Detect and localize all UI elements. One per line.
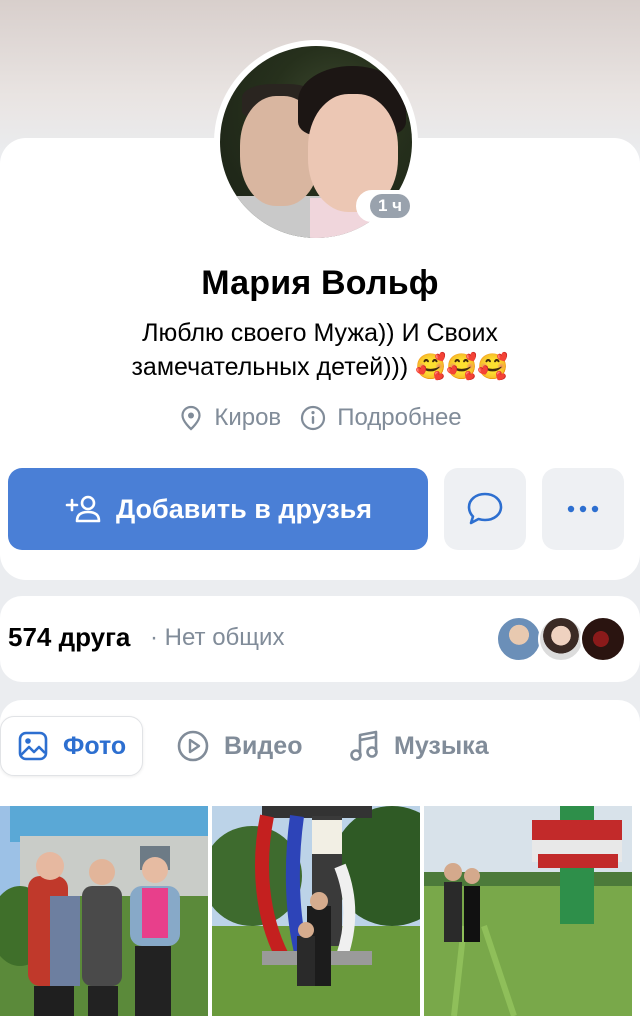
common-friends-label: · Нет общих (150, 624, 285, 651)
photo-image (0, 806, 208, 1016)
tab-videos-label: Видео (224, 731, 303, 760)
more-button[interactable] (542, 468, 624, 550)
photo-thumbnail[interactable] (424, 806, 632, 1016)
photo-thumbnail[interactable] (0, 806, 208, 1016)
city-info: Киров (178, 404, 281, 432)
info-icon (301, 405, 326, 431)
tab-music-label: Музыка (394, 731, 489, 760)
media-block: Фото Видео Музыка (0, 700, 640, 1016)
add-friend-button[interactable]: Добавить в друзья (8, 468, 428, 550)
friend-avatar (580, 616, 626, 662)
photo-thumbnail[interactable] (212, 806, 420, 1016)
add-user-icon (65, 495, 101, 523)
photo-image (212, 806, 420, 1016)
details-link[interactable]: Подробнее (299, 404, 462, 432)
profile-status: Люблю своего Мужа)) И Своих замечательны… (80, 316, 560, 384)
details-label: Подробнее (337, 404, 462, 431)
chat-bubble-icon (467, 492, 503, 525)
add-friend-label: Добавить в друзья (115, 493, 373, 524)
friends-count: 574 друга (8, 622, 131, 652)
profile-name: Мария Вольф (201, 264, 439, 302)
status-line-2: замечательных детей))) 🥰🥰🥰 (131, 353, 509, 381)
friends-block[interactable]: 574 друга · Нет общих (0, 596, 640, 682)
tab-music[interactable]: Музыка (332, 716, 505, 776)
more-horizontal-icon (567, 505, 599, 513)
last-seen-badge: 1 ч (356, 190, 425, 222)
friend-avatar (496, 616, 542, 662)
friend-avatar (538, 616, 584, 662)
profile-meta: Киров Подробнее (0, 404, 640, 432)
last-seen-text: 1 ч (370, 194, 411, 218)
city-label: Киров (214, 404, 282, 431)
video-icon (177, 730, 209, 762)
tab-photos-label: Фото (63, 731, 127, 760)
status-line-1: Люблю своего Мужа)) И Своих (142, 319, 498, 347)
location-pin-icon (181, 405, 201, 431)
tab-photos[interactable]: Фото (0, 716, 144, 776)
photo-icon (18, 731, 48, 761)
message-button[interactable] (444, 468, 526, 550)
tab-videos[interactable]: Видео (160, 716, 318, 776)
music-icon (350, 730, 378, 761)
photo-image (424, 806, 632, 1016)
